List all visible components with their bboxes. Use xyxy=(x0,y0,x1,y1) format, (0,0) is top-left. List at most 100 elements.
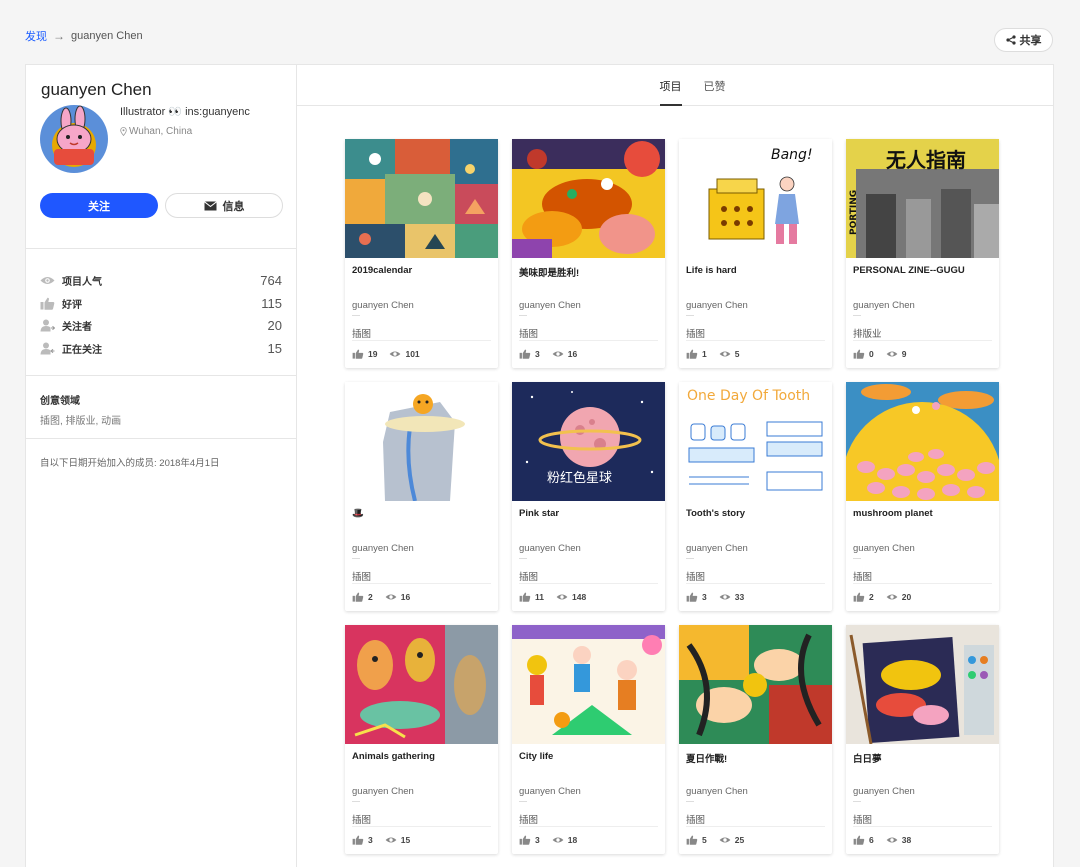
project-owner[interactable]: guanyen Chen xyxy=(853,300,915,311)
project-owner[interactable]: guanyen Chen xyxy=(686,300,748,311)
project-category: 插图 xyxy=(519,815,539,826)
project-card[interactable]: 白日夢 guanyen Chen 插图 6 38 xyxy=(846,625,999,854)
project-thumbnail[interactable] xyxy=(512,625,665,744)
project-thumbnail[interactable]: 粉红色星球 xyxy=(512,382,665,501)
project-grid: 2019calendar guanyen Chen 插图 19 101 美味即是… xyxy=(345,139,999,854)
project-thumbnail[interactable] xyxy=(846,382,999,501)
stat-row-following[interactable]: 正在关注 15 xyxy=(40,337,282,360)
project-thumbnail[interactable]: One Day Of Tooth xyxy=(679,382,832,501)
thumbs-up-icon xyxy=(519,835,531,845)
thumbs-up-icon xyxy=(352,349,364,359)
eye-icon xyxy=(385,594,397,600)
stat-label: 正在关注 xyxy=(62,344,102,356)
breadcrumb-discover-link[interactable]: 发现 xyxy=(25,28,47,44)
divider xyxy=(686,558,694,559)
location-pin-icon xyxy=(120,127,127,136)
project-title[interactable]: 夏日作戰! xyxy=(686,751,826,765)
project-stats: 3 15 xyxy=(352,835,410,845)
project-owner[interactable]: guanyen Chen xyxy=(853,786,915,797)
thumbs-up-icon xyxy=(686,835,698,845)
project-stats: 2 20 xyxy=(853,592,911,602)
project-thumbnail[interactable] xyxy=(345,625,498,744)
project-card[interactable]: One Day Of Tooth Tooth's story guanyen C… xyxy=(679,382,832,611)
eye-icon xyxy=(719,837,731,843)
project-owner[interactable]: guanyen Chen xyxy=(352,543,414,554)
divider xyxy=(352,801,360,802)
views-count: 20 xyxy=(901,592,912,602)
project-card[interactable]: mushroom planet guanyen Chen 插图 2 20 xyxy=(846,382,999,611)
project-thumbnail[interactable]: 无人指南 PORTING xyxy=(846,139,999,258)
likes-count: 0 xyxy=(869,349,874,359)
project-category: 插图 xyxy=(686,329,706,340)
divider xyxy=(686,801,694,802)
project-owner[interactable]: guanyen Chen xyxy=(519,786,581,797)
divider xyxy=(519,826,658,827)
project-title[interactable]: Life is hard xyxy=(686,265,826,276)
likes-count: 3 xyxy=(702,592,707,602)
eye-icon xyxy=(552,837,564,843)
project-card[interactable]: Animals gathering guanyen Chen 插图 3 15 xyxy=(345,625,498,854)
project-card[interactable]: 美味即是胜利! guanyen Chen 插图 3 16 xyxy=(512,139,665,368)
project-thumbnail[interactable] xyxy=(345,139,498,258)
project-title[interactable]: City life xyxy=(519,751,659,762)
project-card[interactable]: Bang! Life is hard guanyen Chen 插图 1 5 xyxy=(679,139,832,368)
project-title[interactable]: Animals gathering xyxy=(352,751,492,762)
project-owner[interactable]: guanyen Chen xyxy=(686,786,748,797)
project-category: 排版业 xyxy=(853,329,882,340)
stat-label: 关注者 xyxy=(62,322,92,334)
divider xyxy=(519,558,527,559)
divider xyxy=(853,340,992,341)
project-category: 插图 xyxy=(853,815,873,826)
project-title[interactable]: mushroom planet xyxy=(853,508,993,519)
project-owner[interactable]: guanyen Chen xyxy=(519,300,581,311)
project-card[interactable]: 粉红色星球 Pink star guanyen Chen 插图 11 148 xyxy=(512,382,665,611)
project-title[interactable]: 🎩 xyxy=(352,508,492,519)
views-count: 38 xyxy=(901,835,912,845)
tab-projects[interactable]: 项目 xyxy=(659,65,682,106)
creative-fields-title: 创意领域 xyxy=(40,396,80,407)
eye-icon xyxy=(719,351,731,357)
project-category: 插图 xyxy=(519,329,539,340)
project-thumbnail[interactable] xyxy=(345,382,498,501)
eye-icon xyxy=(385,837,397,843)
views-count: 25 xyxy=(734,835,745,845)
project-title[interactable]: Pink star xyxy=(519,508,659,519)
views-count: 33 xyxy=(734,592,745,602)
project-title[interactable]: 美味即是胜利! xyxy=(519,265,659,279)
project-owner[interactable]: guanyen Chen xyxy=(352,786,414,797)
project-owner[interactable]: guanyen Chen xyxy=(853,543,915,554)
project-stats: 3 33 xyxy=(686,592,744,602)
project-owner[interactable]: guanyen Chen xyxy=(519,543,581,554)
likes-count: 11 xyxy=(535,592,544,602)
project-card[interactable]: 夏日作戰! guanyen Chen 插图 5 25 xyxy=(679,625,832,854)
divider xyxy=(686,583,825,584)
project-stats: 19 101 xyxy=(352,349,420,359)
share-button[interactable]: 共享 xyxy=(994,28,1053,52)
project-title[interactable]: Tooth's story xyxy=(686,508,826,519)
project-title[interactable]: 白日夢 xyxy=(853,751,993,765)
stat-row-followers[interactable]: 关注者 20 xyxy=(40,314,282,337)
project-thumbnail[interactable]: Bang! xyxy=(679,139,832,258)
project-card[interactable]: 2019calendar guanyen Chen 插图 19 101 xyxy=(345,139,498,368)
project-owner[interactable]: guanyen Chen xyxy=(686,543,748,554)
project-title[interactable]: 2019calendar xyxy=(352,265,492,276)
project-card[interactable]: 无人指南 PORTING PERSONAL ZINE--GUGU guanyen… xyxy=(846,139,999,368)
breadcrumb: 发现 → guanyen Chen xyxy=(25,28,143,44)
project-thumbnail[interactable] xyxy=(679,625,832,744)
avatar[interactable] xyxy=(40,105,108,173)
follow-button[interactable]: 关注 xyxy=(40,193,158,218)
views-count: 5 xyxy=(734,349,740,359)
project-thumbnail[interactable] xyxy=(846,625,999,744)
project-category: 插图 xyxy=(352,572,372,583)
divider xyxy=(853,801,861,802)
profile-tabs: 项目 已赞 xyxy=(297,65,1053,106)
message-button[interactable]: 信息 xyxy=(165,193,283,218)
views-count: 16 xyxy=(400,592,411,602)
stat-value: 20 xyxy=(267,318,282,334)
project-title[interactable]: PERSONAL ZINE--GUGU xyxy=(853,265,993,276)
project-owner[interactable]: guanyen Chen xyxy=(352,300,414,311)
tab-appreciated[interactable]: 已赞 xyxy=(704,65,726,106)
project-thumbnail[interactable] xyxy=(512,139,665,258)
project-card[interactable]: City life guanyen Chen 插图 3 18 xyxy=(512,625,665,854)
project-card[interactable]: 🎩 guanyen Chen 插图 2 16 xyxy=(345,382,498,611)
